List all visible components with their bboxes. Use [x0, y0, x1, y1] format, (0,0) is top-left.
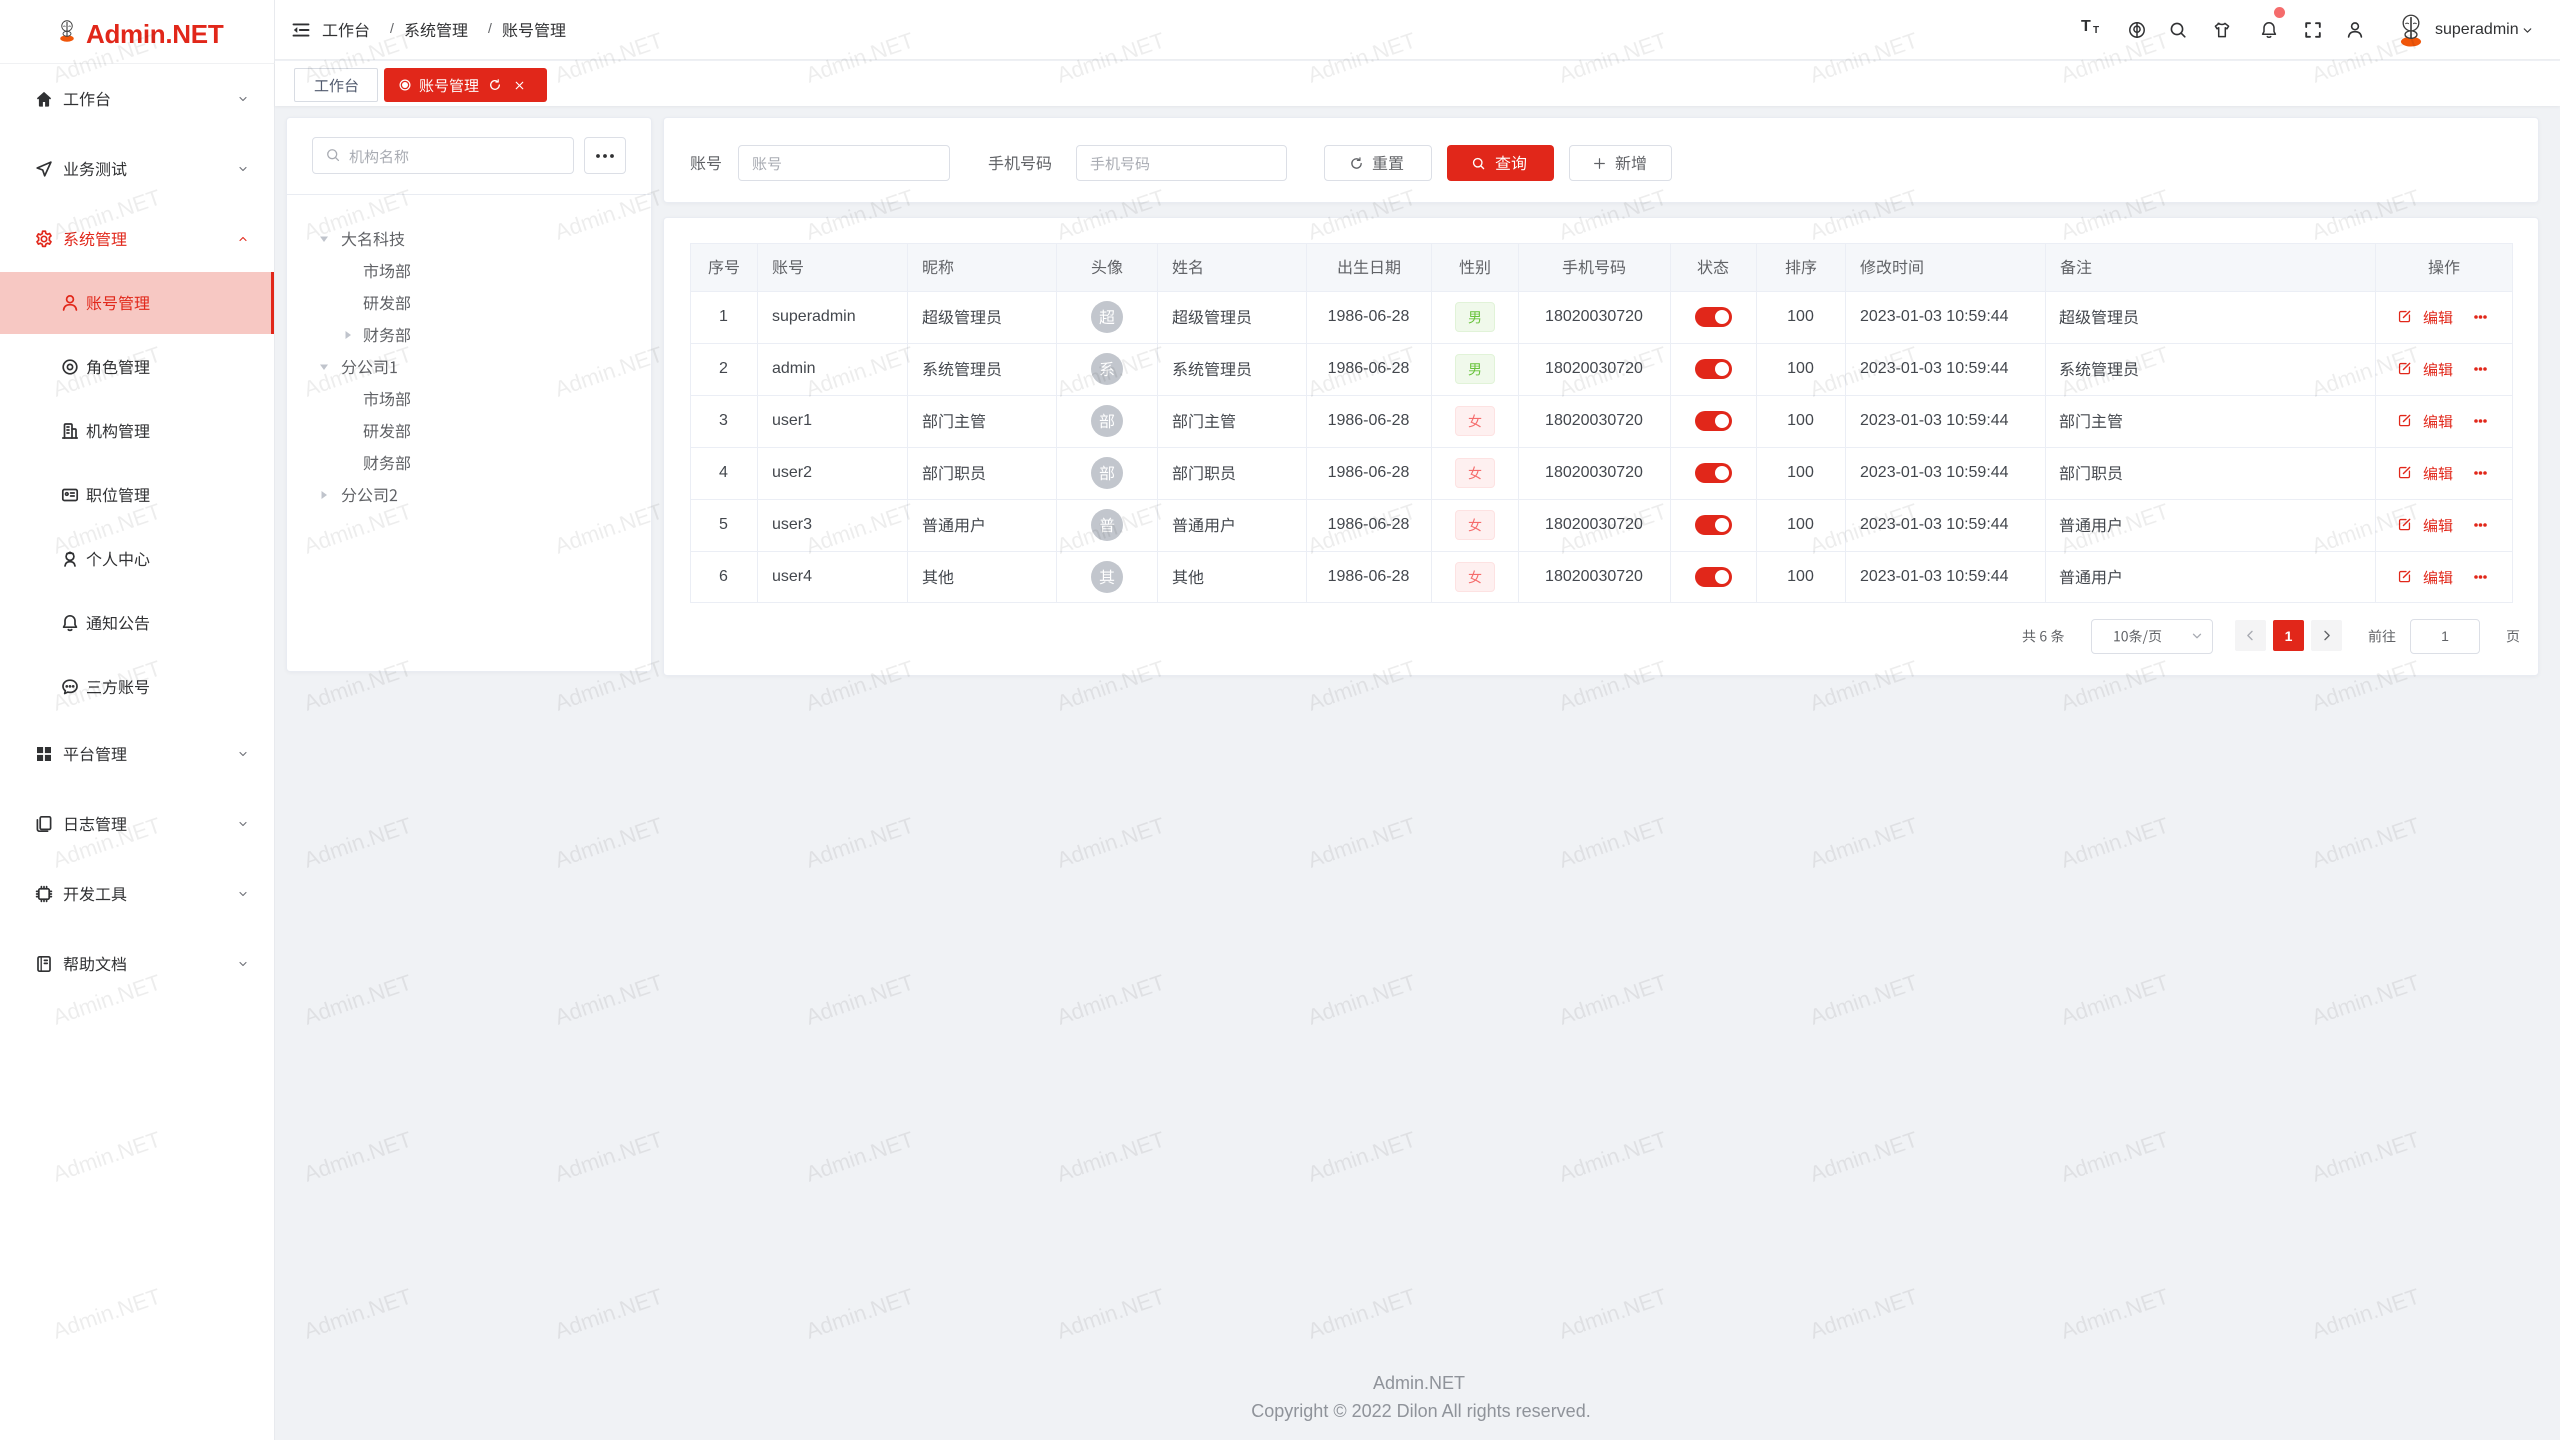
svg-text:Admin.NET: Admin.NET — [1555, 1126, 1669, 1186]
svg-text:Admin.NET: Admin.NET — [1555, 969, 1669, 1029]
svg-text:Admin.NET: Admin.NET — [2308, 1126, 2422, 1186]
svg-text:Admin.NET: Admin.NET — [1053, 812, 1167, 872]
svg-text:Admin.NET: Admin.NET — [802, 1283, 916, 1343]
svg-text:Admin.NET: Admin.NET — [300, 969, 414, 1029]
svg-text:Admin.NET: Admin.NET — [1806, 1283, 1920, 1343]
svg-text:Admin.NET: Admin.NET — [1304, 812, 1418, 872]
svg-text:Admin.NET: Admin.NET — [1806, 812, 1920, 872]
svg-text:Admin.NET: Admin.NET — [1555, 1283, 1669, 1343]
svg-text:Admin.NET: Admin.NET — [2057, 1283, 2171, 1343]
svg-text:Admin.NET: Admin.NET — [300, 812, 414, 872]
svg-text:Admin.NET: Admin.NET — [1304, 969, 1418, 1029]
svg-text:Admin.NET: Admin.NET — [1053, 969, 1167, 1029]
svg-text:Admin.NET: Admin.NET — [2057, 812, 2171, 872]
svg-text:Admin.NET: Admin.NET — [1053, 1126, 1167, 1186]
svg-text:Admin.NET: Admin.NET — [802, 812, 916, 872]
svg-text:Admin.NET: Admin.NET — [300, 1126, 414, 1186]
svg-text:Admin.NET: Admin.NET — [2308, 812, 2422, 872]
svg-text:Admin.NET: Admin.NET — [551, 1126, 665, 1186]
svg-text:Admin.NET: Admin.NET — [1806, 969, 1920, 1029]
svg-text:Admin.NET: Admin.NET — [802, 969, 916, 1029]
svg-text:Admin.NET: Admin.NET — [551, 812, 665, 872]
svg-text:Admin.NET: Admin.NET — [300, 1283, 414, 1343]
svg-text:Admin.NET: Admin.NET — [1555, 812, 1669, 872]
svg-text:Admin.NET: Admin.NET — [2308, 1283, 2422, 1343]
svg-text:Admin.NET: Admin.NET — [1304, 1283, 1418, 1343]
svg-text:Admin.NET: Admin.NET — [551, 969, 665, 1029]
svg-text:Admin.NET: Admin.NET — [2308, 969, 2422, 1029]
svg-text:Admin.NET: Admin.NET — [2057, 1126, 2171, 1186]
svg-text:Admin.NET: Admin.NET — [1806, 1126, 1920, 1186]
svg-text:Admin.NET: Admin.NET — [1053, 1283, 1167, 1343]
svg-text:Admin.NET: Admin.NET — [551, 1283, 665, 1343]
svg-text:Admin.NET: Admin.NET — [2057, 969, 2171, 1029]
svg-text:Admin.NET: Admin.NET — [1304, 1126, 1418, 1186]
svg-text:Admin.NET: Admin.NET — [802, 1126, 916, 1186]
